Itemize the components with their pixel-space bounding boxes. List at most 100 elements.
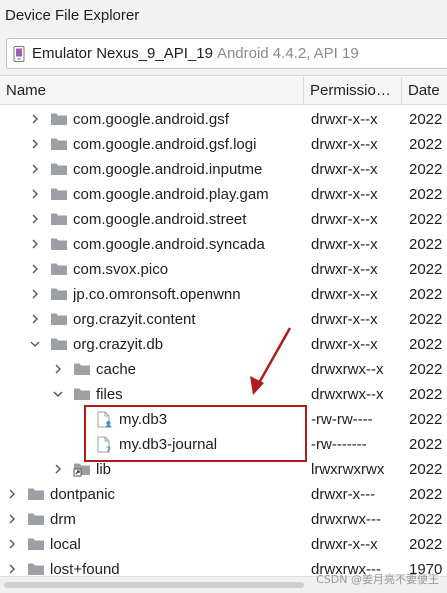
file-name: org.crazyit.content	[73, 311, 196, 328]
file-name: my.db3-journal	[119, 436, 218, 453]
device-info: Android 4.4.2, API 19	[216, 45, 359, 62]
file-name: drm	[50, 511, 76, 528]
column-divider[interactable]	[303, 77, 304, 104]
tree-row[interactable]: com.google.android.syncada drwxr-x--x 2022	[0, 232, 447, 257]
file-name: com.google.android.syncada	[73, 236, 265, 253]
chevron-down-icon[interactable]	[30, 332, 40, 357]
scrollbar-thumb[interactable]	[4, 582, 304, 588]
file-name: com.google.android.gsf.logi	[73, 136, 257, 153]
device-selector[interactable]: Emulator Nexus_9_API_19 Android 4.4.2, AP…	[6, 38, 447, 69]
tree-row[interactable]: local drwxr-x--x 2022	[0, 532, 447, 557]
folder-icon	[50, 161, 68, 180]
file-name: files	[96, 386, 123, 403]
file-date: 2022	[409, 486, 443, 503]
tree-row[interactable]: com.google.android.street drwxr-x--x 2022	[0, 207, 447, 232]
file-permissions: drwxr-x--x	[311, 236, 378, 253]
tree-row[interactable]: com.google.android.inputme drwxr-x--x 2022	[0, 157, 447, 182]
file-permissions: drwxr-x--x	[311, 186, 378, 203]
unknown-file-icon: ?	[96, 436, 112, 458]
chevron-down-icon[interactable]	[53, 382, 63, 407]
folder-icon	[50, 311, 68, 330]
column-divider[interactable]	[401, 77, 402, 104]
tree-row[interactable]: my.db3 -rw-rw---- 2022	[0, 407, 447, 432]
tree-row[interactable]: com.google.android.play.gam drwxr-x--x 202…	[0, 182, 447, 207]
tree-row[interactable]: cache drwxrwx--x 2022	[0, 357, 447, 382]
folder-icon	[73, 386, 91, 405]
tree-row[interactable]: com.svox.pico drwxr-x--x 2022	[0, 257, 447, 282]
tree-row[interactable]: org.crazyit.db drwxr-x--x 2022	[0, 332, 447, 357]
svg-text:?: ?	[106, 446, 111, 455]
device-toolbar: Emulator Nexus_9_API_19 Android 4.4.2, AP…	[0, 34, 447, 76]
symlink-folder-icon	[73, 461, 91, 481]
chevron-right-icon[interactable]	[30, 307, 40, 332]
file-permissions: -rw-rw----	[311, 411, 373, 428]
file-permissions: drwxrwx--x	[311, 386, 384, 403]
file-name: org.crazyit.db	[73, 336, 164, 353]
file-date: 2022	[409, 111, 443, 128]
file-tree: com.google.android.gsf drwxr-x--x 2022 com.…	[0, 106, 447, 576]
file-name: dontpanic	[50, 486, 116, 503]
file-permissions: drwxr-x---	[311, 486, 376, 503]
chevron-right-icon[interactable]	[30, 132, 40, 157]
column-permissions-header[interactable]: Permissio…	[310, 77, 398, 104]
column-name-header[interactable]: Name	[6, 77, 296, 104]
chevron-right-icon[interactable]	[30, 257, 40, 282]
file-permissions: -rw-------	[311, 436, 367, 453]
chevron-right-icon[interactable]	[30, 207, 40, 232]
chevron-right-icon[interactable]	[30, 182, 40, 207]
device-name: Emulator Nexus_9_API_19	[32, 45, 213, 62]
file-name: local	[50, 536, 81, 553]
folder-icon	[50, 186, 68, 205]
tree-row[interactable]: org.crazyit.content drwxr-x--x 2022	[0, 307, 447, 332]
folder-icon	[27, 536, 45, 555]
file-name: com.svox.pico	[73, 261, 169, 278]
file-name: jp.co.omronsoft.openwnn	[73, 286, 241, 303]
tree-row[interactable]: files drwxrwx--x 2022	[0, 382, 447, 407]
file-name: com.google.android.play.gam	[73, 186, 269, 203]
device-label: Emulator Nexus_9_API_19 Android 4.4.2, AP…	[32, 39, 359, 68]
chevron-right-icon[interactable]	[7, 557, 17, 576]
tree-row[interactable]: jp.co.omronsoft.openwnn drwxr-x--x 2022	[0, 282, 447, 307]
file-name: cache	[96, 361, 137, 378]
folder-icon	[27, 561, 45, 576]
file-date: 2022	[409, 311, 443, 328]
folder-icon	[27, 511, 45, 530]
chevron-right-icon[interactable]	[30, 232, 40, 257]
file-permissions: drwxr-x--x	[311, 161, 378, 178]
file-permissions: drwxr-x--x	[311, 536, 378, 553]
chevron-right-icon[interactable]	[7, 482, 17, 507]
folder-icon	[50, 111, 68, 130]
tree-row[interactable]: dontpanic drwxr-x--- 2022	[0, 482, 447, 507]
file-permissions: drwxr-x--x	[311, 111, 378, 128]
column-date-header[interactable]: Date	[408, 77, 447, 104]
chevron-right-icon[interactable]	[53, 457, 63, 482]
chevron-right-icon[interactable]	[30, 282, 40, 307]
folder-icon	[50, 211, 68, 230]
file-date: 2022	[409, 286, 443, 303]
folder-icon	[27, 486, 45, 505]
file-date: 2022	[409, 461, 443, 478]
folder-icon	[50, 336, 68, 355]
file-date: 2022	[409, 236, 443, 253]
folder-icon	[50, 236, 68, 255]
tree-row[interactable]: ? my.db3-journal -rw------- 2022	[0, 432, 447, 457]
file-date: 2022	[409, 386, 443, 403]
column-header: Name Permissio… Date	[0, 77, 447, 105]
tree-row[interactable]: lib lrwxrwxrwx 2022	[0, 457, 447, 482]
file-name: lost+found	[50, 561, 120, 576]
chevron-right-icon[interactable]	[30, 157, 40, 182]
file-permissions: lrwxrwxrwx	[311, 461, 385, 478]
file-date: 2022	[409, 511, 443, 528]
chevron-right-icon[interactable]	[7, 507, 17, 532]
chevron-right-icon[interactable]	[7, 532, 17, 557]
tree-row[interactable]: com.google.android.gsf drwxr-x--x 2022	[0, 107, 447, 132]
file-date: 2022	[409, 436, 443, 453]
tree-row[interactable]: com.google.android.gsf.logi drwxr-x--x 202…	[0, 132, 447, 157]
file-name: com.google.android.inputme	[73, 161, 263, 178]
chevron-right-icon[interactable]	[53, 357, 63, 382]
tree-row[interactable]: drm drwxrwx--- 2022	[0, 507, 447, 532]
chevron-right-icon[interactable]	[30, 107, 40, 132]
file-name: my.db3	[119, 411, 168, 428]
file-date: 2022	[409, 161, 443, 178]
file-date: 2022	[409, 361, 443, 378]
